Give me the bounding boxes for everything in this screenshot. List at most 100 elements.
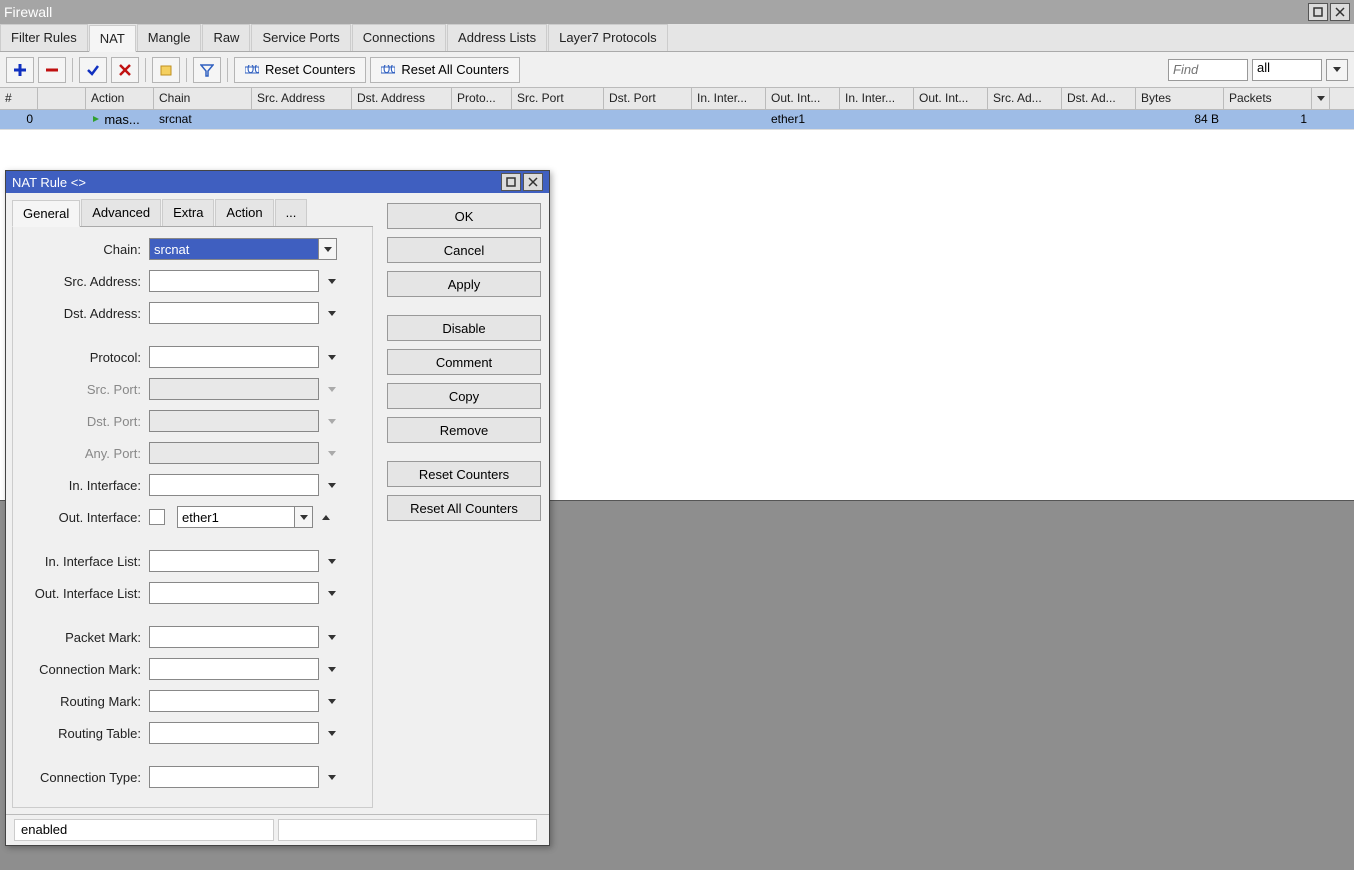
out-interface-list-expand[interactable] [323,582,341,604]
tab-layer7-protocols[interactable]: Layer7 Protocols [548,24,668,51]
tab-service-ports[interactable]: Service Ports [251,24,350,51]
routing-mark-label: Routing Mark: [19,694,149,709]
toolbar-separator [227,58,228,82]
svg-text:00: 00 [247,65,259,75]
counter-icon: 00 [245,65,259,75]
tab-filter-rules[interactable]: Filter Rules [0,24,88,51]
enable-button[interactable] [79,57,107,83]
out-interface-input[interactable] [177,506,295,528]
out-interface-list-label: Out. Interface List: [19,586,149,601]
tab-raw[interactable]: Raw [202,24,250,51]
dialog-close-button[interactable] [523,173,543,191]
protocol-input[interactable] [149,346,319,368]
find-input[interactable] [1168,59,1248,81]
packet-mark-expand[interactable] [323,626,341,648]
routing-table-expand[interactable] [323,722,341,744]
remove-button[interactable]: Remove [387,417,541,443]
maximize-button[interactable] [1308,3,1328,21]
col-in-inter2[interactable]: In. Inter... [840,88,914,109]
routing-mark-input[interactable] [149,690,319,712]
col-out-int[interactable]: Out. Int... [766,88,840,109]
dialog-titlebar[interactable]: NAT Rule <> [6,171,549,193]
reset-all-counters-button[interactable]: 00 Reset All Counters [370,57,520,83]
table-row[interactable]: 0 mas... srcnat ether1 84 B 1 [0,110,1354,130]
col-src-port[interactable]: Src. Port [512,88,604,109]
cancel-button[interactable]: Cancel [387,237,541,263]
dst-address-expand[interactable] [323,302,341,324]
window-title: Firewall [4,4,1306,20]
in-interface-expand[interactable] [323,474,341,496]
col-flag[interactable] [38,88,86,109]
copy-button[interactable]: Copy [387,383,541,409]
reset-counters-button[interactable]: Reset Counters [387,461,541,487]
out-interface-list-input[interactable] [149,582,319,604]
reset-counters-button[interactable]: 00 Reset Counters [234,57,366,83]
dialog-tab-action[interactable]: Action [215,199,273,226]
dst-address-input[interactable] [149,302,319,324]
chain-input[interactable] [149,238,319,260]
disable-button[interactable]: Disable [387,315,541,341]
close-button[interactable] [1330,3,1350,21]
packet-mark-input[interactable] [149,626,319,648]
col-action[interactable]: Action [86,88,154,109]
col-packets[interactable]: Packets [1224,88,1312,109]
src-port-label: Src. Port: [19,382,149,397]
in-interface-list-expand[interactable] [323,550,341,572]
counter-icon: 00 [381,65,395,75]
cell-proto [452,110,512,129]
status-cell: enabled [14,819,274,841]
tab-address-lists[interactable]: Address Lists [447,24,547,51]
dialog-tab-general[interactable]: General [12,200,80,227]
connection-type-label: Connection Type: [19,770,149,785]
col-dst-ad[interactable]: Dst. Ad... [1062,88,1136,109]
out-interface-invert-checkbox[interactable] [149,509,165,525]
filter-button[interactable] [193,57,221,83]
col-proto[interactable]: Proto... [452,88,512,109]
add-button[interactable] [6,57,34,83]
col-chain[interactable]: Chain [154,88,252,109]
col-src-ad[interactable]: Src. Ad... [988,88,1062,109]
routing-table-input[interactable] [149,722,319,744]
col-menu-button[interactable] [1312,88,1330,109]
filter-select[interactable]: all [1252,59,1322,81]
connection-mark-expand[interactable] [323,658,341,680]
cell-out-int: ether1 [766,110,840,129]
cell-packets: 1 [1224,110,1312,129]
remove-button[interactable] [38,57,66,83]
connection-type-input[interactable] [149,766,319,788]
in-interface-input[interactable] [149,474,319,496]
toolbar: 00 Reset Counters 00 Reset All Counters … [0,52,1354,88]
reset-all-counters-button[interactable]: Reset All Counters [387,495,541,521]
col-dst-port[interactable]: Dst. Port [604,88,692,109]
tab-mangle[interactable]: Mangle [137,24,202,51]
dialog-tab-advanced[interactable]: Advanced [81,199,161,226]
tab-connections[interactable]: Connections [352,24,446,51]
out-interface-dropdown-button[interactable] [295,506,313,528]
filter-dropdown-button[interactable] [1326,59,1348,81]
routing-mark-expand[interactable] [323,690,341,712]
src-address-input[interactable] [149,270,319,292]
cell-num: 0 [0,110,38,129]
col-out-int2[interactable]: Out. Int... [914,88,988,109]
dialog-tab-more[interactable]: ... [275,199,308,226]
col-num[interactable]: # [0,88,38,109]
chain-dropdown-button[interactable] [319,238,337,260]
comment-button[interactable] [152,57,180,83]
col-dst-address[interactable]: Dst. Address [352,88,452,109]
out-interface-collapse[interactable] [317,506,335,528]
col-bytes[interactable]: Bytes [1136,88,1224,109]
in-interface-list-input[interactable] [149,550,319,572]
connection-type-expand[interactable] [323,766,341,788]
protocol-expand[interactable] [323,346,341,368]
apply-button[interactable]: Apply [387,271,541,297]
comment-button[interactable]: Comment [387,349,541,375]
dialog-tab-extra[interactable]: Extra [162,199,214,226]
ok-button[interactable]: OK [387,203,541,229]
connection-mark-input[interactable] [149,658,319,680]
disable-button[interactable] [111,57,139,83]
dialog-maximize-button[interactable] [501,173,521,191]
col-in-inter[interactable]: In. Inter... [692,88,766,109]
src-address-expand[interactable] [323,270,341,292]
col-src-address[interactable]: Src. Address [252,88,352,109]
tab-nat[interactable]: NAT [89,25,136,52]
